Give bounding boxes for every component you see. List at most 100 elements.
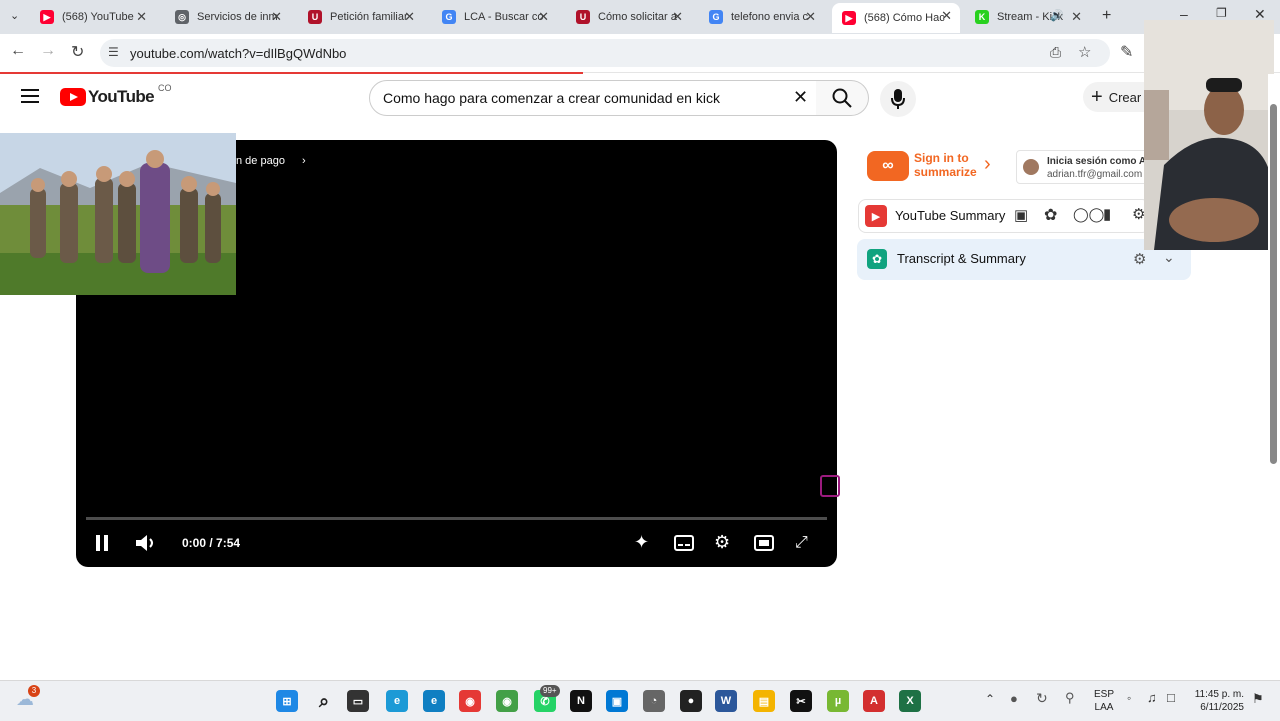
- reload-icon[interactable]: ↻: [71, 42, 84, 62]
- youtube-logo[interactable]: YouTube CO: [60, 83, 172, 107]
- account-box[interactable]: Inicia sesión como A adrian.tfr@gmail.co…: [1016, 150, 1158, 184]
- microphone-tray-icon[interactable]: ⚲: [1065, 690, 1075, 706]
- transcript-summary-bar[interactable]: ✿ Transcript & Summary ⚙ ⌄: [857, 239, 1191, 280]
- audio-waveform-icon[interactable]: ▮: [1103, 205, 1111, 223]
- utorrent-icon[interactable]: µ: [827, 690, 849, 712]
- captions-icon[interactable]: [674, 535, 694, 556]
- search-input[interactable]: Como hago para comenzar a crear comunida…: [369, 80, 817, 116]
- wifi-icon[interactable]: ◦: [1127, 691, 1131, 705]
- tab-audio-icon[interactable]: 🔊: [1050, 9, 1064, 22]
- search-icon[interactable]: ⌕: [313, 690, 335, 712]
- forward-icon[interactable]: →: [40, 42, 56, 60]
- edge-icon[interactable]: e: [386, 690, 408, 712]
- sign-in-summarize-link[interactable]: Sign in to summarize: [914, 151, 984, 179]
- bookmark-star-icon[interactable]: ☆: [1078, 43, 1091, 61]
- youtube-logo-text: YouTube: [88, 87, 155, 106]
- keyboard-layout: LAA: [1094, 702, 1114, 713]
- settings-gear-icon[interactable]: ⚙: [714, 532, 730, 553]
- edge-beta-icon[interactable]: e: [423, 690, 445, 712]
- tab-close-icon[interactable]: ✕: [1071, 9, 1082, 25]
- google-icon: G: [442, 10, 456, 24]
- tab[interactable]: Gtelefono envia c ✕: [699, 4, 824, 30]
- tab[interactable]: U Petición familiar ✕: [298, 4, 423, 30]
- excel-icon[interactable]: X: [899, 690, 921, 712]
- new-tab-button[interactable]: +: [1102, 7, 1111, 25]
- page-scrollbar[interactable]: [1268, 74, 1280, 680]
- tray-chevron-up-icon[interactable]: ⌃: [985, 692, 995, 706]
- openai-icon[interactable]: ✿: [1044, 205, 1057, 225]
- extensions-icon[interactable]: ✎: [1120, 42, 1133, 62]
- tab[interactable]: ◎ Servicios de inm ✕: [165, 4, 290, 30]
- chevron-right-icon[interactable]: ›: [984, 153, 991, 176]
- whatsapp-badge: 99+: [540, 685, 560, 697]
- tab-close-icon[interactable]: ✕: [271, 9, 282, 25]
- volume-icon[interactable]: [136, 534, 158, 557]
- tab-close-icon[interactable]: ✕: [136, 9, 147, 25]
- thumbnail-image: [0, 133, 236, 295]
- robot-icon[interactable]: ▣: [1014, 206, 1028, 224]
- tab-close-icon[interactable]: ✕: [538, 9, 549, 25]
- acrobat-icon[interactable]: A: [863, 690, 885, 712]
- pause-icon[interactable]: [96, 535, 108, 556]
- install-app-icon[interactable]: ⎙: [1050, 44, 1061, 61]
- chrome-profile-icon[interactable]: ◉: [496, 690, 518, 712]
- voice-search-button[interactable]: [880, 81, 916, 117]
- sync-icon[interactable]: ↻: [1036, 690, 1048, 707]
- youtube-summary-logo-icon: ▶: [865, 205, 887, 227]
- video-thumbnail[interactable]: [0, 133, 236, 295]
- settings-gear-icon[interactable]: ⚙: [1133, 250, 1146, 268]
- chrome-icon[interactable]: ◉: [459, 690, 481, 712]
- uscis-icon: U: [308, 10, 322, 24]
- tab-search-button[interactable]: ⌄: [10, 9, 19, 22]
- maximize-button[interactable]: ❐: [1216, 6, 1227, 20]
- address-bar[interactable]: ☰ youtube.com/watch?v=dIlBgQWdNbo ⎙ ☆: [100, 39, 1110, 67]
- search-button[interactable]: [816, 80, 869, 116]
- tab[interactable]: G LCA - Buscar co ✕: [432, 4, 557, 30]
- tab[interactable]: ▶ (568) Cómo Hac ✕: [832, 3, 960, 33]
- word-icon[interactable]: W: [715, 690, 737, 712]
- globe-icon: ◎: [175, 10, 189, 24]
- create-label: Crear: [1108, 89, 1142, 105]
- back-icon[interactable]: ←: [10, 42, 26, 60]
- site-info-icon[interactable]: ☰: [108, 45, 119, 59]
- webcam-image: [1144, 20, 1274, 250]
- notification-bell-icon[interactable]: ⚑: [1252, 691, 1264, 707]
- tab-close-icon[interactable]: ✕: [805, 9, 816, 25]
- store-icon[interactable]: ▣: [606, 690, 628, 712]
- search-query: Como hago para comenzar a crear comunida…: [383, 90, 720, 106]
- tab-close-icon[interactable]: ✕: [941, 8, 952, 24]
- weather-widget[interactable]: ☁ 3: [16, 685, 40, 711]
- tab[interactable]: ▶ (568) YouTube ✕: [30, 4, 155, 30]
- progress-bar[interactable]: [86, 517, 827, 520]
- tray-app-icon[interactable]: ●: [1010, 691, 1018, 706]
- overlay-link[interactable]: n de pago ›: [236, 155, 306, 167]
- obs-icon[interactable]: ●: [680, 690, 702, 712]
- task-view-icon[interactable]: ▭: [347, 690, 369, 712]
- file-explorer-icon[interactable]: ▤: [753, 690, 775, 712]
- tab-close-icon[interactable]: ✕: [672, 9, 683, 25]
- tab[interactable]: U Cómo solicitar a ✕: [566, 4, 691, 30]
- fullscreen-icon[interactable]: ⤢: [795, 534, 808, 552]
- glasses-icon[interactable]: ◯◯: [1073, 206, 1104, 223]
- tab[interactable]: K Stream - Kick 🔊 ✕: [965, 4, 1090, 30]
- battery-icon[interactable]: □: [1167, 690, 1175, 705]
- clock[interactable]: 11:45 p. m. 6/11/2025: [1192, 688, 1244, 714]
- overlay-text: n de pago: [236, 155, 285, 167]
- brand-watermark-icon[interactable]: [820, 475, 840, 497]
- youtube-icon: ▶: [40, 10, 54, 24]
- theater-mode-icon[interactable]: [754, 535, 774, 556]
- language-indicator[interactable]: ESP LAA: [1094, 688, 1114, 714]
- alarms-icon[interactable]: ◔: [643, 690, 665, 712]
- menu-icon[interactable]: [21, 89, 39, 103]
- clear-search-icon[interactable]: ✕: [793, 87, 808, 108]
- ai-sparkle-icon[interactable]: ✦: [634, 532, 649, 553]
- windows-start-icon[interactable]: ⊞: [276, 690, 298, 712]
- scrollbar-thumb[interactable]: [1270, 104, 1277, 464]
- capcut-icon[interactable]: ✂: [790, 690, 812, 712]
- clock-date: 6/11/2025: [1200, 702, 1244, 713]
- youtube-summary-label[interactable]: YouTube Summary: [895, 208, 1005, 223]
- chevron-down-icon[interactable]: ⌄: [1163, 249, 1175, 266]
- tab-close-icon[interactable]: ✕: [404, 9, 415, 25]
- speaker-icon[interactable]: ♫: [1147, 690, 1157, 705]
- notion-icon[interactable]: N: [570, 690, 592, 712]
